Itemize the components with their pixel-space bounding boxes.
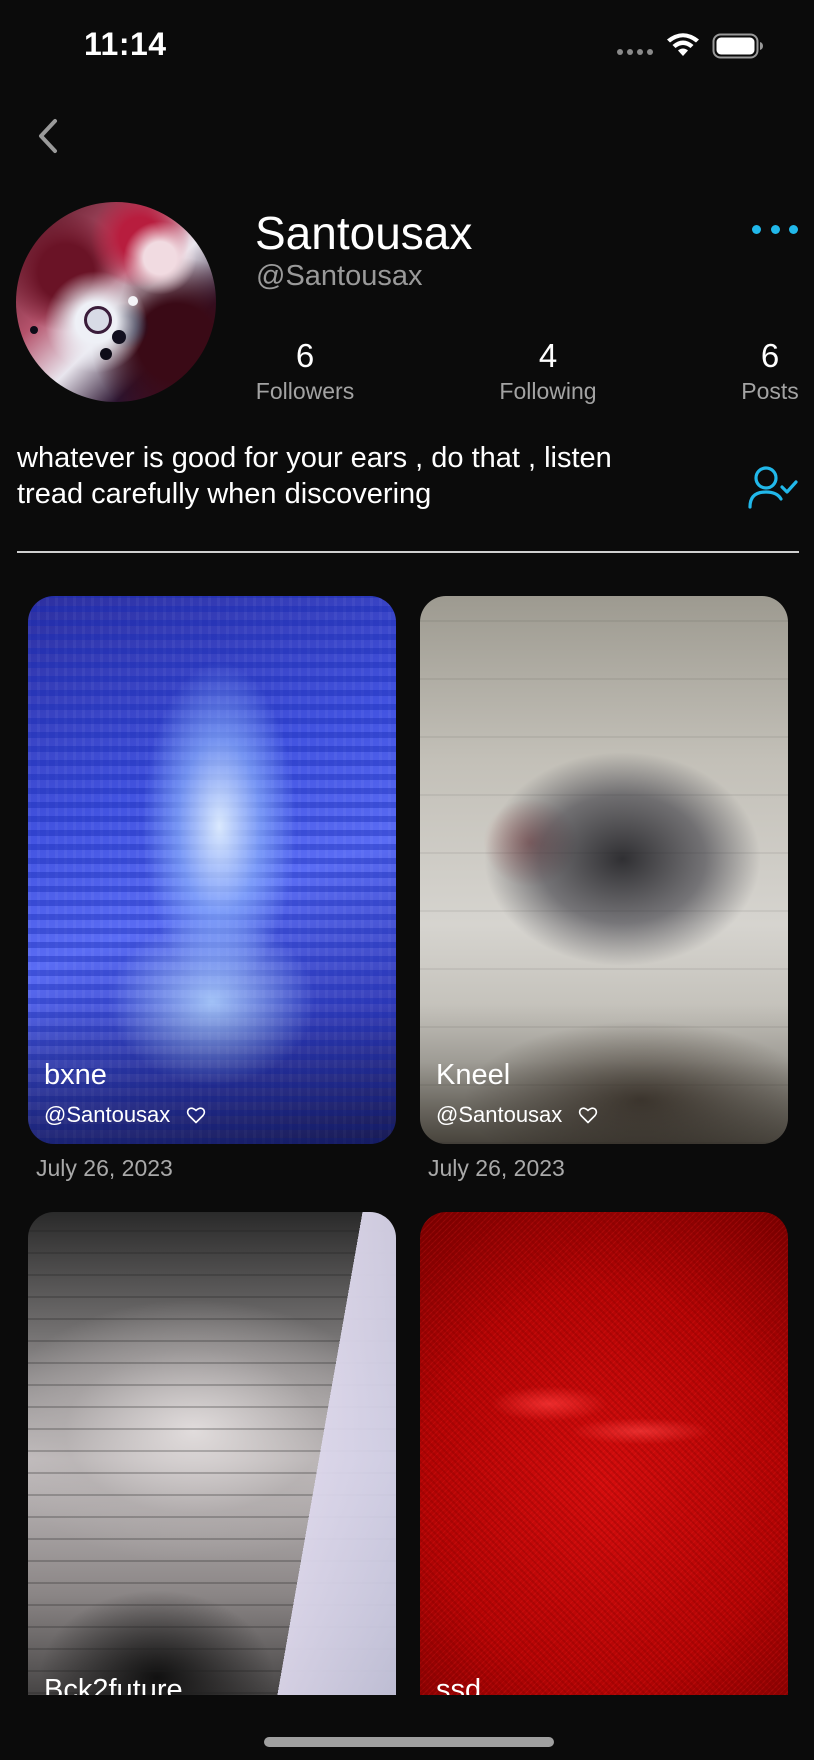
bio-line: whatever is good for your ears , do that…: [17, 442, 612, 474]
profile-screen: 11:14 Santousax @Santousax 6 Followers 4…: [0, 0, 814, 1760]
avatar-bubble: [112, 330, 126, 344]
avatar-bubble: [84, 306, 112, 334]
status-time: 11:14: [84, 26, 167, 62]
post-meta: @Santousax: [44, 1102, 206, 1128]
avatar[interactable]: [16, 202, 216, 402]
heart-icon[interactable]: [578, 1105, 598, 1125]
post-date: July 26, 2023: [428, 1155, 565, 1181]
post-card[interactable]: Kneel @Santousax: [420, 596, 788, 1144]
profile-name: Santousax: [255, 207, 473, 259]
post-title: Kneel: [436, 1059, 511, 1091]
posts-label: Posts: [741, 378, 799, 404]
profile-handle: @Santousax: [256, 260, 423, 292]
back-button[interactable]: [28, 112, 68, 160]
battery-icon: [712, 33, 763, 59]
wifi-icon: [667, 33, 699, 56]
posts-stat[interactable]: 6 Posts: [738, 336, 802, 406]
bio-line: tread carefully when discovering: [17, 478, 432, 510]
cellular-signal-icon: [617, 49, 653, 55]
chevron-left-icon: [39, 119, 57, 153]
section-divider: [17, 551, 799, 553]
home-indicator[interactable]: [264, 1737, 554, 1747]
avatar-bubble: [100, 348, 112, 360]
post-title: bxne: [44, 1059, 107, 1091]
followers-label: Followers: [255, 378, 355, 404]
post-author[interactable]: @Santousax: [436, 1102, 562, 1128]
ellipsis-icon: [752, 224, 761, 234]
ellipsis-icon: [789, 224, 798, 234]
post-date: July 26, 2023: [36, 1155, 173, 1181]
post-card[interactable]: Bck2future: [28, 1212, 396, 1760]
following-stat[interactable]: 4 Following: [496, 336, 600, 406]
post-card[interactable]: bxne @Santousax: [28, 596, 396, 1144]
avatar-bubble: [128, 296, 138, 306]
heart-icon[interactable]: [186, 1105, 206, 1125]
following-label: Following: [499, 378, 597, 404]
following-status-button[interactable]: [748, 465, 798, 509]
posts-count: 6: [760, 337, 780, 374]
followers-stat[interactable]: 6 Followers: [254, 336, 356, 406]
followers-count: 6: [295, 337, 315, 374]
user-check-icon: [748, 466, 798, 509]
status-bar: 11:14: [0, 0, 814, 90]
bottom-safe-area: [0, 1695, 814, 1760]
ellipsis-icon: [770, 224, 780, 234]
post-card[interactable]: ssd: [420, 1212, 788, 1760]
more-options-button[interactable]: [752, 214, 798, 244]
post-author[interactable]: @Santousax: [44, 1102, 170, 1128]
following-count: 4: [538, 337, 558, 374]
post-meta: @Santousax: [436, 1102, 598, 1128]
profile-bio: whatever is good for your ears , do that…: [17, 440, 707, 512]
avatar-bubble: [30, 326, 38, 334]
